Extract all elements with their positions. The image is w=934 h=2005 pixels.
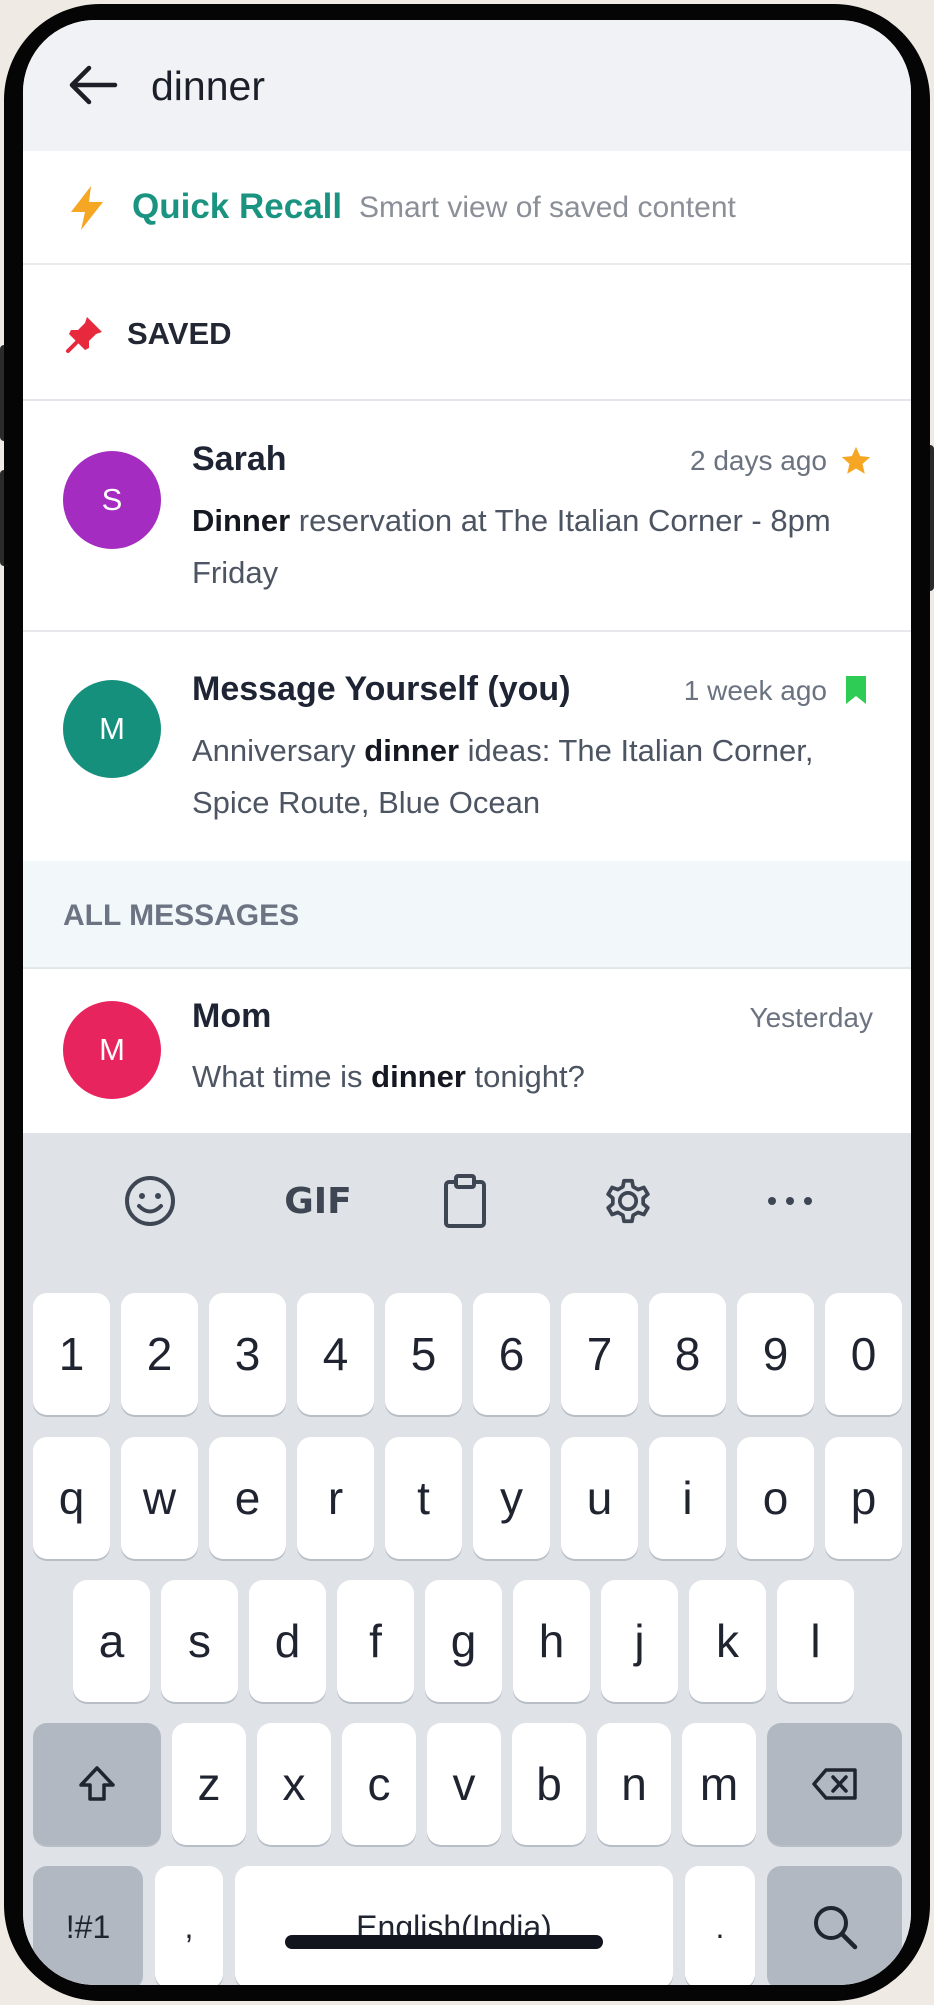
- key-t[interactable]: t: [385, 1437, 462, 1559]
- key-d[interactable]: d: [249, 1580, 326, 1702]
- smiley-icon: [125, 1176, 175, 1226]
- quick-recall-banner[interactable]: Quick Recall Smart view of saved content: [23, 151, 911, 265]
- gif-label: GIF: [284, 1180, 352, 1222]
- avatar: M: [63, 1001, 161, 1099]
- key-v[interactable]: v: [427, 1723, 501, 1845]
- more-button[interactable]: [758, 1169, 822, 1233]
- search-highlight: dinner: [371, 1059, 466, 1094]
- search-key[interactable]: [767, 1866, 902, 1985]
- space-key[interactable]: English(India): [235, 1866, 673, 1985]
- message-preview: Anniversary dinner ideas: The Italian Co…: [192, 725, 882, 829]
- message-time: 1 week ago: [683, 675, 827, 706]
- avatar: M: [63, 680, 161, 778]
- saved-message-item[interactable]: S Sarah 2 days ago Dinner reservation at…: [23, 401, 911, 631]
- shift-key[interactable]: [33, 1723, 161, 1845]
- settings-button[interactable]: [596, 1169, 660, 1233]
- message-preview: What time is dinner tonight?: [192, 1051, 882, 1103]
- message-preview: Dinner reservation at The Italian Corner…: [192, 495, 882, 599]
- search-highlight: Dinner: [192, 503, 291, 538]
- key-x[interactable]: x: [257, 1723, 331, 1845]
- backspace-icon: [811, 1768, 857, 1800]
- message-time: Yesterday: [749, 1002, 874, 1033]
- quick-recall-title: Quick Recall: [132, 187, 343, 226]
- key-1[interactable]: 1: [33, 1293, 110, 1415]
- preview-text: Anniversary: [192, 733, 365, 768]
- key-o[interactable]: o: [737, 1437, 814, 1559]
- key-z[interactable]: z: [172, 1723, 246, 1845]
- key-9[interactable]: 9: [737, 1293, 814, 1415]
- message-item[interactable]: M Mom Yesterday What time is dinner toni…: [23, 969, 911, 1133]
- key-6[interactable]: 6: [473, 1293, 550, 1415]
- key-e[interactable]: e: [209, 1437, 286, 1559]
- symbols-key[interactable]: !#1: [33, 1866, 143, 1985]
- key-g[interactable]: g: [425, 1580, 502, 1702]
- key-7[interactable]: 7: [561, 1293, 638, 1415]
- star-icon: [841, 446, 871, 474]
- key-y[interactable]: y: [473, 1437, 550, 1559]
- period-key[interactable]: .: [685, 1866, 755, 1985]
- key-q[interactable]: q: [33, 1437, 110, 1559]
- lightning-icon: [71, 186, 103, 230]
- key-l[interactable]: l: [777, 1580, 854, 1702]
- key-w[interactable]: w: [121, 1437, 198, 1559]
- pushpin-icon: [66, 317, 102, 353]
- key-2[interactable]: 2: [121, 1293, 198, 1415]
- key-c[interactable]: c: [342, 1723, 416, 1845]
- bookmark-icon: [846, 676, 866, 704]
- clipboard-button[interactable]: [433, 1169, 497, 1233]
- key-n[interactable]: n: [597, 1723, 671, 1845]
- all-messages-header: ALL MESSAGES: [23, 861, 911, 969]
- key-a[interactable]: a: [73, 1580, 150, 1702]
- key-5[interactable]: 5: [385, 1293, 462, 1415]
- key-k[interactable]: k: [689, 1580, 766, 1702]
- clipboard-icon: [444, 1174, 486, 1228]
- more-horizontal-icon: [768, 1197, 812, 1205]
- preview-text: What time is: [192, 1059, 372, 1094]
- key-3[interactable]: 3: [209, 1293, 286, 1415]
- quick-recall-subtitle: Smart view of saved content: [359, 191, 736, 224]
- key-f[interactable]: f: [337, 1580, 414, 1702]
- saved-message-item[interactable]: M Message Yourself (you) 1 week ago Anni…: [23, 632, 911, 861]
- search-icon: [813, 1906, 857, 1950]
- gear-icon: [606, 1178, 650, 1224]
- key-u[interactable]: u: [561, 1437, 638, 1559]
- back-button[interactable]: [63, 60, 123, 110]
- contact-name: Sarah: [192, 440, 287, 478]
- contact-name: Message Yourself (you): [192, 670, 571, 708]
- avatar: S: [63, 451, 161, 549]
- key-h[interactable]: h: [513, 1580, 590, 1702]
- key-0[interactable]: 0: [825, 1293, 902, 1415]
- key-b[interactable]: b: [512, 1723, 586, 1845]
- search-header: [23, 20, 911, 151]
- screen: Quick Recall Smart view of saved content…: [23, 20, 911, 1985]
- contact-name: Mom: [192, 997, 272, 1035]
- emoji-button[interactable]: [118, 1169, 182, 1233]
- home-indicator[interactable]: [285, 1935, 603, 1949]
- keyboard: GIF 1 2 3 4 5 6 7 8 9 0 q w e r t y u i …: [23, 1133, 911, 1985]
- backspace-key[interactable]: [767, 1723, 902, 1845]
- key-m[interactable]: m: [682, 1723, 756, 1845]
- all-messages-title: ALL MESSAGES: [63, 899, 300, 932]
- saved-section-header: SAVED: [23, 265, 911, 401]
- key-8[interactable]: 8: [649, 1293, 726, 1415]
- search-highlight: dinner: [364, 733, 460, 768]
- gif-button[interactable]: GIF: [273, 1169, 363, 1233]
- key-r[interactable]: r: [297, 1437, 374, 1559]
- search-input[interactable]: [151, 56, 851, 116]
- key-p[interactable]: p: [825, 1437, 902, 1559]
- key-j[interactable]: j: [601, 1580, 678, 1702]
- arrow-left-icon: [69, 65, 118, 105]
- key-i[interactable]: i: [649, 1437, 726, 1559]
- key-4[interactable]: 4: [297, 1293, 374, 1415]
- key-s[interactable]: s: [161, 1580, 238, 1702]
- message-time: 2 days ago: [690, 445, 827, 476]
- saved-section-title: SAVED: [127, 316, 232, 351]
- keyboard-toolbar: GIF: [23, 1133, 911, 1268]
- shift-icon: [79, 1766, 115, 1801]
- phone-frame: Quick Recall Smart view of saved content…: [0, 0, 934, 2005]
- comma-key[interactable]: ,: [155, 1866, 223, 1985]
- preview-text: tonight?: [465, 1059, 585, 1094]
